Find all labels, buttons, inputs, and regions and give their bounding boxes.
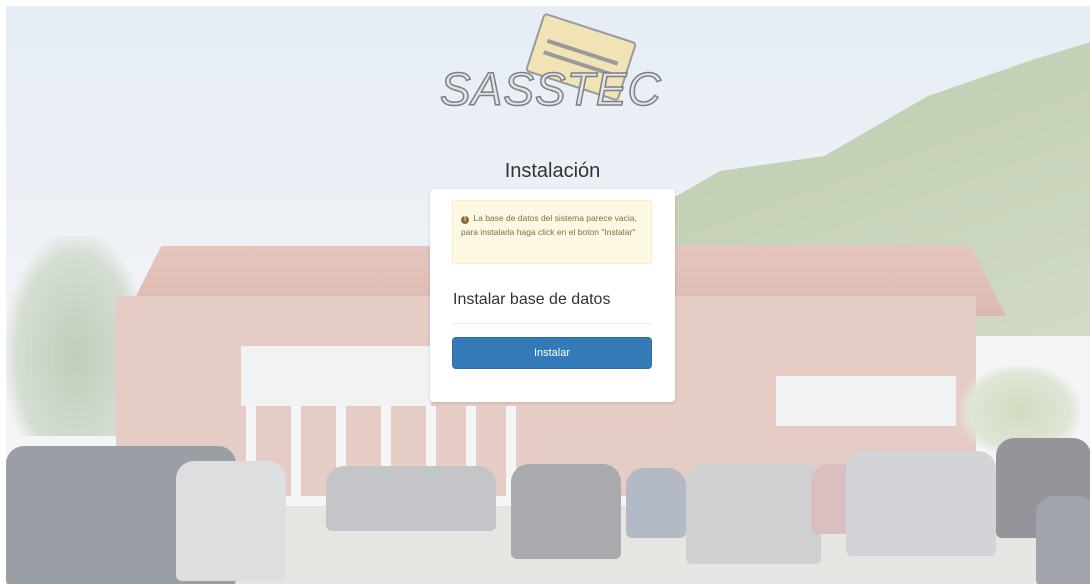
logo-text: SASSTEC: [439, 62, 662, 116]
page-title: Instalación: [504, 160, 601, 182]
exclamation-circle-icon: !: [461, 216, 469, 224]
warning-alert: ! La base de datos del sistema parece va…: [452, 200, 652, 264]
alert-message: La base de datos del sistema parece vaci…: [461, 213, 637, 237]
divider: [452, 323, 652, 324]
section-title: Instalar base de datos: [453, 291, 611, 308]
install-button[interactable]: Instalar: [452, 337, 652, 369]
sasstec-logo: SASSTEC: [439, 12, 665, 116]
